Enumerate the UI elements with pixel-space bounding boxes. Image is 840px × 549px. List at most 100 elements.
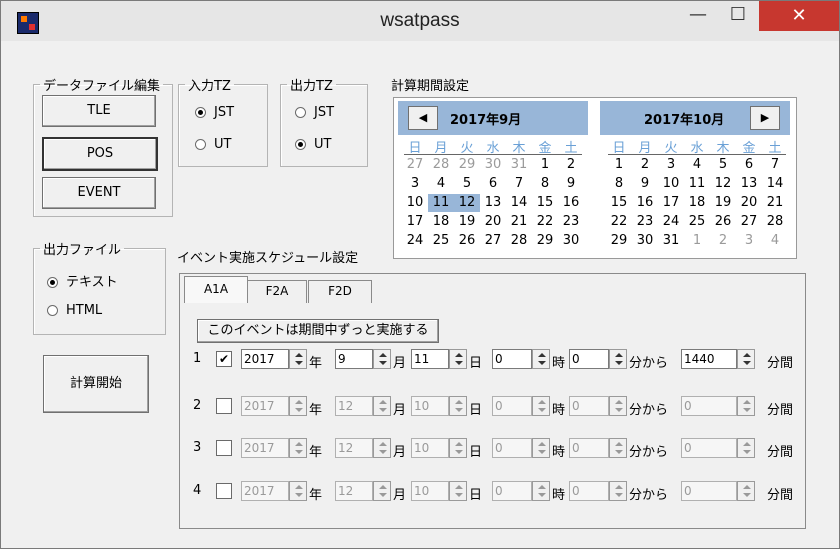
- spin-up-icon[interactable]: [379, 400, 387, 404]
- calendar-day[interactable]: 3: [736, 232, 762, 250]
- calendar-day[interactable]: 22: [532, 213, 558, 231]
- duration-spin-arrows[interactable]: [737, 481, 755, 501]
- calendar-day[interactable]: 1: [606, 156, 632, 174]
- event-button[interactable]: EVENT: [42, 177, 156, 209]
- day-spin[interactable]: 10: [411, 481, 467, 503]
- hour-spin[interactable]: 0: [492, 349, 550, 371]
- duration-spin-value[interactable]: 1440: [681, 349, 737, 369]
- calendar-day[interactable]: 2: [558, 156, 584, 174]
- calendar-day[interactable]: 17: [658, 194, 684, 212]
- year-spin-value[interactable]: 2017: [241, 438, 289, 458]
- calendar-day[interactable]: 18: [684, 194, 710, 212]
- calendar-day[interactable]: 5: [710, 156, 736, 174]
- spin-up-icon[interactable]: [743, 442, 751, 446]
- calendar-day[interactable]: 13: [480, 194, 506, 212]
- spin-down-icon[interactable]: [538, 493, 546, 497]
- year-spin-arrows[interactable]: [289, 481, 307, 501]
- input-tz-jst-radio[interactable]: JST: [195, 105, 234, 120]
- calendar-day[interactable]: 8: [606, 175, 632, 193]
- day-spin-value[interactable]: 11: [411, 349, 449, 369]
- spin-up-icon[interactable]: [743, 485, 751, 489]
- day-spin-arrows[interactable]: [449, 396, 467, 416]
- calendar-day[interactable]: 4: [428, 175, 454, 193]
- minute-spin-value[interactable]: 0: [569, 396, 609, 416]
- duration-spin-arrows[interactable]: [737, 438, 755, 458]
- calendar-day[interactable]: 30: [480, 156, 506, 174]
- minimize-button[interactable]: —: [679, 1, 717, 31]
- calendar-day[interactable]: 14: [506, 194, 532, 212]
- calendar-day[interactable]: 20: [736, 194, 762, 212]
- duration-spin-arrows[interactable]: [737, 349, 755, 369]
- month-spin[interactable]: 12: [335, 481, 391, 503]
- spin-down-icon[interactable]: [538, 361, 546, 365]
- spin-down-icon[interactable]: [615, 361, 623, 365]
- tab-a1a[interactable]: A1A: [184, 276, 248, 303]
- duration-spin-value[interactable]: 0: [681, 438, 737, 458]
- spin-down-icon[interactable]: [379, 361, 387, 365]
- spin-up-icon[interactable]: [538, 442, 546, 446]
- day-spin[interactable]: 11: [411, 349, 467, 371]
- minute-spin-arrows[interactable]: [609, 396, 627, 416]
- calendar-day[interactable]: 12: [710, 175, 736, 193]
- calendar-day[interactable]: 1: [532, 156, 558, 174]
- maximize-button[interactable]: ☐: [719, 1, 757, 31]
- spin-down-icon[interactable]: [379, 493, 387, 497]
- calendar-day[interactable]: 26: [454, 232, 480, 250]
- day-spin-arrows[interactable]: [449, 481, 467, 501]
- day-spin-value[interactable]: 10: [411, 438, 449, 458]
- spin-down-icon[interactable]: [295, 493, 303, 497]
- day-spin[interactable]: 10: [411, 396, 467, 418]
- spin-up-icon[interactable]: [615, 485, 623, 489]
- spin-down-icon[interactable]: [615, 408, 623, 412]
- spin-up-icon[interactable]: [379, 353, 387, 357]
- calendar-day[interactable]: 15: [606, 194, 632, 212]
- calendar-day[interactable]: 27: [736, 213, 762, 231]
- minute-spin[interactable]: 0: [569, 438, 627, 460]
- row-enable-checkbox[interactable]: [216, 398, 232, 414]
- minute-spin-value[interactable]: 0: [569, 481, 609, 501]
- month-spin-arrows[interactable]: [373, 396, 391, 416]
- calendar-day[interactable]: 23: [632, 213, 658, 231]
- duration-spin[interactable]: 0: [681, 438, 755, 460]
- calendar-day[interactable]: 24: [402, 232, 428, 250]
- spin-down-icon[interactable]: [379, 408, 387, 412]
- calendar-day[interactable]: 17: [402, 213, 428, 231]
- day-spin-arrows[interactable]: [449, 349, 467, 369]
- minute-spin-arrows[interactable]: [609, 438, 627, 458]
- calendar-day[interactable]: 29: [532, 232, 558, 250]
- minute-spin-value[interactable]: 0: [569, 349, 609, 369]
- start-calculation-button[interactable]: 計算開始: [43, 355, 149, 413]
- spin-up-icon[interactable]: [295, 353, 303, 357]
- calendar-day[interactable]: 3: [402, 175, 428, 193]
- spin-down-icon[interactable]: [455, 361, 463, 365]
- spin-up-icon[interactable]: [615, 442, 623, 446]
- year-spin-arrows[interactable]: [289, 349, 307, 369]
- spin-up-icon[interactable]: [615, 400, 623, 404]
- calendar-day[interactable]: 15: [532, 194, 558, 212]
- spin-down-icon[interactable]: [295, 408, 303, 412]
- calendar-day[interactable]: 9: [558, 175, 584, 193]
- day-spin-value[interactable]: 10: [411, 396, 449, 416]
- hour-spin-arrows[interactable]: [532, 396, 550, 416]
- calendar-day[interactable]: 2: [632, 156, 658, 174]
- calendar-day[interactable]: 21: [506, 213, 532, 231]
- spin-up-icon[interactable]: [455, 353, 463, 357]
- minute-spin[interactable]: 0: [569, 349, 627, 371]
- calendar-day[interactable]: 31: [506, 156, 532, 174]
- calendar-day[interactable]: 27: [402, 156, 428, 174]
- year-spin-arrows[interactable]: [289, 396, 307, 416]
- calendar-day[interactable]: 26: [710, 213, 736, 231]
- spin-up-icon[interactable]: [615, 353, 623, 357]
- next-month-button[interactable]: ▶: [750, 106, 780, 130]
- minute-spin[interactable]: 0: [569, 481, 627, 503]
- year-spin-value[interactable]: 2017: [241, 481, 289, 501]
- row-enable-checkbox[interactable]: ✔: [216, 351, 232, 367]
- calendar-day[interactable]: 6: [736, 156, 762, 174]
- calendar-day[interactable]: 8: [532, 175, 558, 193]
- duration-spin-value[interactable]: 0: [681, 481, 737, 501]
- year-spin[interactable]: 2017: [241, 481, 307, 503]
- month-spin[interactable]: 9: [335, 349, 391, 371]
- calendar-day[interactable]: 28: [506, 232, 532, 250]
- spin-up-icon[interactable]: [295, 442, 303, 446]
- calendar-day[interactable]: 7: [762, 156, 788, 174]
